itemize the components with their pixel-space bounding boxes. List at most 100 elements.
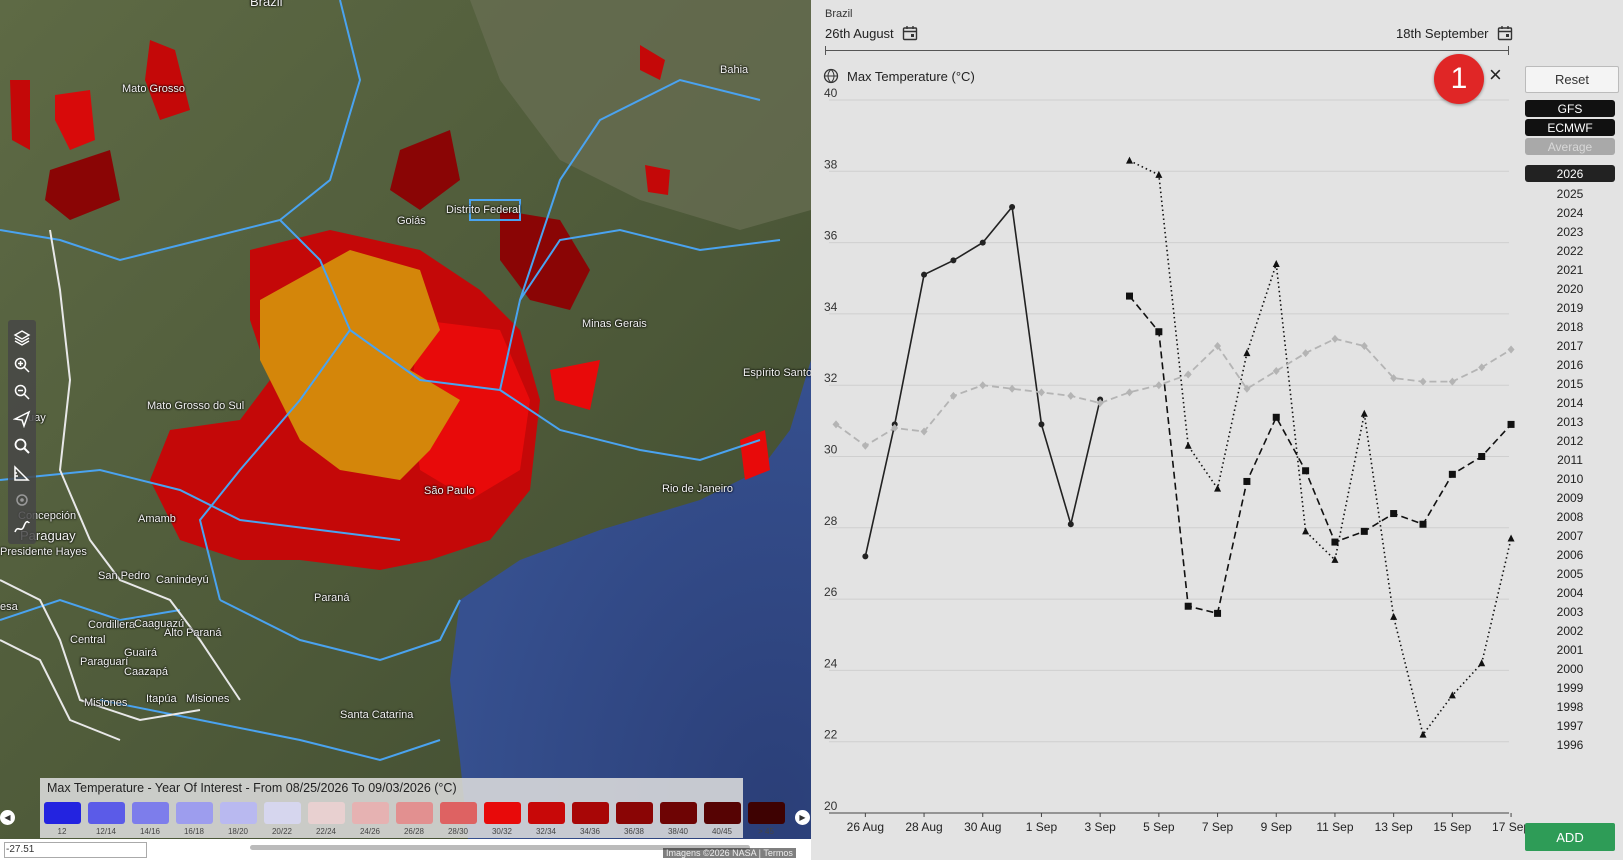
legend-swatch (43, 802, 81, 824)
year-item[interactable]: 2006 (1525, 545, 1615, 564)
legend-bin: 32/34 (524, 802, 568, 836)
legend-bin: 38/40 (656, 802, 700, 836)
collapse-right-icon[interactable]: ▶ (795, 810, 810, 825)
year-item[interactable]: 2002 (1525, 621, 1615, 640)
series-button-ecmwf[interactable]: ECMWF (1525, 119, 1615, 136)
data-point (1155, 328, 1163, 336)
map-canvas[interactable] (0, 0, 811, 860)
data-point (1302, 467, 1310, 475)
x-tick-label: 30 Aug (964, 820, 1001, 834)
data-point (1360, 527, 1368, 535)
y-tick-label: 40 (824, 86, 838, 100)
place-label: São Paulo (424, 485, 475, 497)
year-item[interactable]: 1999 (1525, 678, 1615, 697)
year-item[interactable]: 2013 (1525, 412, 1615, 431)
place-label: Canindeyú (156, 574, 209, 586)
legend-bin: 12/14 (84, 802, 128, 836)
draw-icon[interactable] (8, 513, 36, 540)
place-label: Caazapá (124, 666, 169, 678)
year-item[interactable]: 2016 (1525, 355, 1615, 374)
data-point (979, 239, 986, 246)
series-button-gfs[interactable]: GFS (1525, 100, 1615, 117)
year-item[interactable]: 2015 (1525, 374, 1615, 393)
legend-bin-label: 32/34 (535, 827, 557, 836)
year-item[interactable]: 2021 (1525, 260, 1615, 279)
year-item[interactable]: 2007 (1525, 526, 1615, 545)
year-item[interactable]: 2014 (1525, 393, 1615, 412)
legend-bin: > 45 (744, 802, 788, 836)
year-item[interactable]: 2017 (1525, 336, 1615, 355)
search-icon[interactable] (8, 432, 36, 459)
year-item[interactable]: 1998 (1525, 697, 1615, 716)
legend-bin: 40/45 (700, 802, 744, 836)
map-view[interactable]: Brazil Mato Grosso Bahia Goiás Distrito … (0, 0, 811, 860)
zoom-out-icon[interactable] (8, 378, 36, 405)
year-item[interactable]: 2024 (1525, 203, 1615, 222)
collapse-left-icon[interactable]: ◀ (0, 810, 15, 825)
legend-swatch (131, 802, 169, 824)
year-item[interactable]: 2018 (1525, 317, 1615, 336)
legend-bin-label: 18/20 (227, 827, 249, 836)
year-item[interactable]: 1997 (1525, 716, 1615, 735)
navigate-icon[interactable] (8, 405, 36, 432)
year-item[interactable]: 2009 (1525, 488, 1615, 507)
year-item[interactable]: 2020 (1525, 279, 1615, 298)
year-item[interactable]: 2022 (1525, 241, 1615, 260)
legend-swatch (571, 802, 609, 824)
year-item[interactable]: 2004 (1525, 583, 1615, 602)
legend-bin-label: 24/26 (359, 827, 381, 836)
data-point (1009, 203, 1016, 210)
year-item[interactable]: 2001 (1525, 640, 1615, 659)
add-button[interactable]: ADD (1525, 823, 1615, 851)
legend-bin-label: 40/45 (711, 827, 733, 836)
legend-swatch (87, 802, 125, 824)
legend-swatch (307, 802, 345, 824)
year-item[interactable]: 2025 (1525, 184, 1615, 203)
location-icon[interactable] (8, 486, 36, 513)
legend-bin-label: 22/24 (315, 827, 337, 836)
data-point (1478, 453, 1486, 460)
legend-swatch (263, 802, 301, 824)
place-label: Minas Gerais (582, 318, 647, 330)
data-point (1038, 421, 1045, 428)
year-item[interactable]: 2011 (1525, 450, 1615, 469)
x-tick-label: 1 Sep (1026, 820, 1058, 834)
year-list: 2026 2025 2024 2023 2022 2021 2020 2019 2018 2017… (1525, 165, 1615, 754)
place-label: Bahia (720, 64, 749, 76)
zoom-in-icon[interactable] (8, 351, 36, 378)
year-item[interactable]: 2005 (1525, 564, 1615, 583)
close-icon[interactable]: × (1489, 62, 1502, 88)
legend-bin: 26/28 (392, 802, 436, 836)
layers-icon[interactable] (8, 324, 36, 351)
legend-bin-label: 34/36 (579, 827, 601, 836)
year-item[interactable]: 2000 (1525, 659, 1615, 678)
series-button-average[interactable]: Average (1525, 138, 1615, 155)
place-label: Amamb (138, 513, 176, 525)
year-item[interactable]: 1996 (1525, 735, 1615, 754)
y-tick-label: 34 (824, 300, 838, 314)
year-item[interactable]: 2023 (1525, 222, 1615, 241)
legend-bin: 24/26 (348, 802, 392, 836)
place-label: Distrito Federal (446, 204, 521, 216)
place-label: Central (70, 634, 106, 646)
legend-swatch (659, 802, 697, 824)
year-item[interactable]: 2019 (1525, 298, 1615, 317)
legend-title: Max Temperature - Year Of Interest - Fro… (47, 781, 457, 795)
y-tick-label: 32 (824, 371, 838, 385)
year-item[interactable]: 2010 (1525, 469, 1615, 488)
place-label: Cordillera (88, 619, 136, 631)
legend-swatch (351, 802, 389, 824)
year-item[interactable]: 2008 (1525, 507, 1615, 526)
place-label: Paraná (314, 592, 350, 604)
place-label: Itapúa (146, 693, 177, 705)
year-item[interactable]: 2003 (1525, 602, 1615, 621)
legend-bin: 14/16 (128, 802, 172, 836)
reset-button[interactable]: Reset (1525, 66, 1619, 93)
measure-icon[interactable] (8, 459, 36, 486)
year-item[interactable]: 2012 (1525, 431, 1615, 450)
year-item[interactable]: 2026 (1525, 165, 1615, 182)
heat-region-west-3 (10, 80, 30, 150)
place-label: Misiones (84, 697, 128, 709)
legend-bin-label: 26/28 (403, 827, 425, 836)
data-point (1448, 470, 1456, 478)
